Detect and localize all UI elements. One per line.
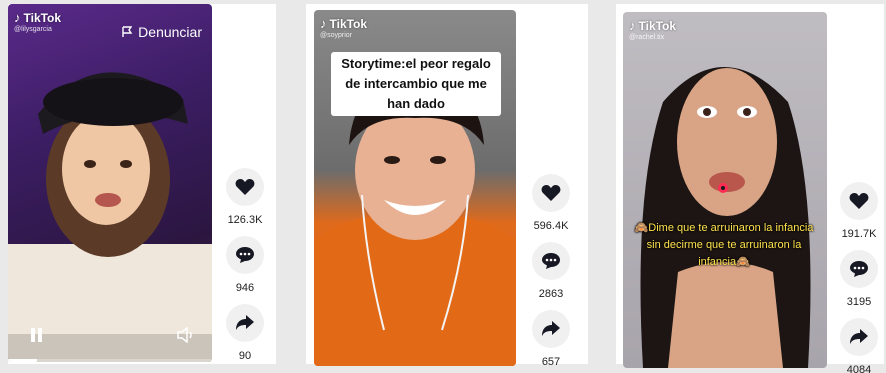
- comment-count: 3195: [846, 296, 872, 308]
- progress-fill: [8, 359, 37, 362]
- share-button[interactable]: [532, 310, 570, 348]
- music-note-icon: ♪: [629, 18, 636, 33]
- pause-icon[interactable]: [30, 328, 44, 342]
- music-note-icon: ♪: [320, 16, 327, 31]
- author-handle: @lilysgarcia: [14, 26, 52, 33]
- comment-button[interactable]: [840, 250, 878, 288]
- video-player-2[interactable]: ♪ TikTok @soyprior Storytime:el peor reg…: [314, 10, 516, 366]
- video-subtitle: 🙈Dime que te arruinaron la infancia sin …: [634, 222, 814, 268]
- author-handle: @soyprior: [320, 32, 353, 39]
- share-count: 90: [238, 350, 252, 362]
- action-rail-1: 126.3K 946 90: [226, 168, 264, 372]
- comment-count: 946: [235, 282, 255, 294]
- like-button[interactable]: [840, 182, 878, 220]
- comment-button[interactable]: [226, 236, 264, 274]
- progress-bar[interactable]: [8, 359, 212, 362]
- heart-icon: [235, 179, 255, 195]
- like-count: 596.4K: [533, 220, 569, 232]
- heart-icon: [541, 185, 561, 201]
- author-handle: @rachel.tix: [629, 34, 665, 41]
- music-note-icon: ♪: [14, 10, 21, 25]
- like-count: 191.7K: [841, 228, 877, 240]
- action-rail-2: 596.4K 2863 657: [532, 174, 570, 373]
- video-caption: Storytime:el peor regalo de intercambio …: [331, 52, 501, 116]
- share-count: 4084: [846, 364, 872, 373]
- tiktok-collage: ♪ TikTok @lilysgarcia Denunciar 126.3K 9…: [0, 0, 886, 373]
- like-count: 126.3K: [227, 214, 263, 226]
- brand-text: TikTok: [638, 18, 677, 33]
- heart-icon: [849, 193, 869, 209]
- tiktok-logo-1: ♪ TikTok: [14, 10, 61, 25]
- comment-icon: [236, 247, 254, 263]
- person-illustration-3: [640, 67, 811, 368]
- action-rail-3: 191.7K 3195 4084: [840, 182, 878, 373]
- share-icon: [236, 315, 254, 330]
- share-icon: [542, 321, 560, 336]
- share-button[interactable]: [840, 318, 878, 356]
- tiktok-logo-2: ♪ TikTok: [320, 16, 367, 31]
- comment-count: 2863: [538, 288, 564, 300]
- video-player-3[interactable]: ♪ TikTok @rachel.tix 🙈Dime que te arruin…: [623, 12, 827, 368]
- report-button[interactable]: Denunciar: [121, 24, 202, 40]
- like-button[interactable]: [226, 168, 264, 206]
- share-button[interactable]: [226, 304, 264, 342]
- comment-icon: [542, 253, 560, 269]
- comment-button[interactable]: [532, 242, 570, 280]
- flag-icon: [122, 26, 133, 37]
- brand-text: TikTok: [329, 16, 368, 31]
- share-icon: [850, 329, 868, 344]
- tiktok-logo-3: ♪ TikTok: [629, 18, 676, 33]
- video-player-1[interactable]: ♪ TikTok @lilysgarcia Denunciar: [8, 4, 212, 362]
- video-card-3: ♪ TikTok @rachel.tix 🙈Dime que te arruin…: [616, 4, 884, 373]
- report-label: Denunciar: [138, 24, 202, 40]
- video-card-1: ♪ TikTok @lilysgarcia Denunciar 126.3K 9…: [8, 4, 276, 364]
- like-button[interactable]: [532, 174, 570, 212]
- person-illustration-1: [8, 72, 212, 362]
- volume-icon[interactable]: [176, 327, 196, 343]
- share-count: 657: [541, 356, 561, 368]
- brand-text: TikTok: [23, 10, 62, 25]
- video-card-2: ♪ TikTok @soyprior Storytime:el peor reg…: [306, 4, 588, 368]
- comment-icon: [850, 261, 868, 277]
